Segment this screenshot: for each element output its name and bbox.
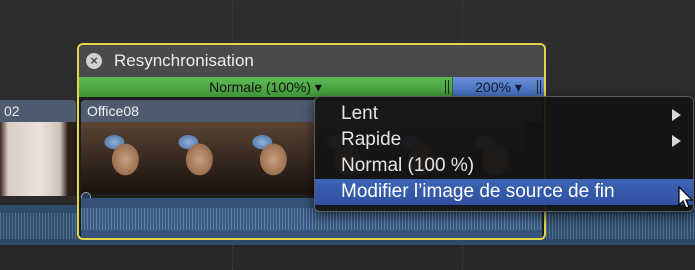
menu-item-lent[interactable]: Lent bbox=[315, 101, 693, 127]
timeline: 02 × Resynchronisation Normale (100%) ▾ … bbox=[0, 0, 695, 270]
menu-item-modifier-image-source-fin[interactable]: Modifier l’image de source de fin bbox=[315, 179, 693, 205]
retime-handle[interactable] bbox=[537, 80, 541, 94]
menu-item-label: Rapide bbox=[341, 129, 402, 150]
speed-segment-fast[interactable]: 200% ▾ bbox=[453, 77, 544, 97]
mouse-pointer-icon bbox=[678, 186, 694, 209]
previous-clip-label: 02 bbox=[0, 100, 76, 122]
speed-segment-normal[interactable]: Normale (100%) ▾ bbox=[79, 77, 453, 97]
menu-item-label: Modifier l’image de source de fin bbox=[341, 181, 615, 202]
chevron-right-icon bbox=[672, 109, 681, 121]
retime-context-menu: Lent Rapide Normal (100 %) Modifier l’im… bbox=[314, 96, 694, 212]
previous-clip[interactable]: 02 bbox=[0, 100, 76, 245]
retime-title: Resynchronisation bbox=[114, 51, 254, 70]
close-icon[interactable]: × bbox=[86, 53, 102, 69]
menu-item-label: Lent bbox=[341, 103, 378, 124]
retime-handle[interactable] bbox=[445, 80, 449, 94]
filmstrip-frame bbox=[229, 122, 304, 194]
previous-clip-thumbnail bbox=[0, 122, 76, 196]
chevron-right-icon bbox=[672, 135, 681, 147]
menu-item-label: Normal (100 %) bbox=[341, 155, 475, 176]
filmstrip-frame bbox=[155, 122, 230, 194]
retime-header: × Resynchronisation bbox=[79, 45, 544, 77]
menu-item-normal[interactable]: Normal (100 %) bbox=[315, 153, 693, 179]
speed-segment-normal-label: Normale (100%) ▾ bbox=[209, 79, 322, 95]
menu-item-rapide[interactable]: Rapide bbox=[315, 127, 693, 153]
filmstrip-frame bbox=[81, 122, 156, 194]
speed-segment-fast-label: 200% ▾ bbox=[475, 79, 522, 95]
